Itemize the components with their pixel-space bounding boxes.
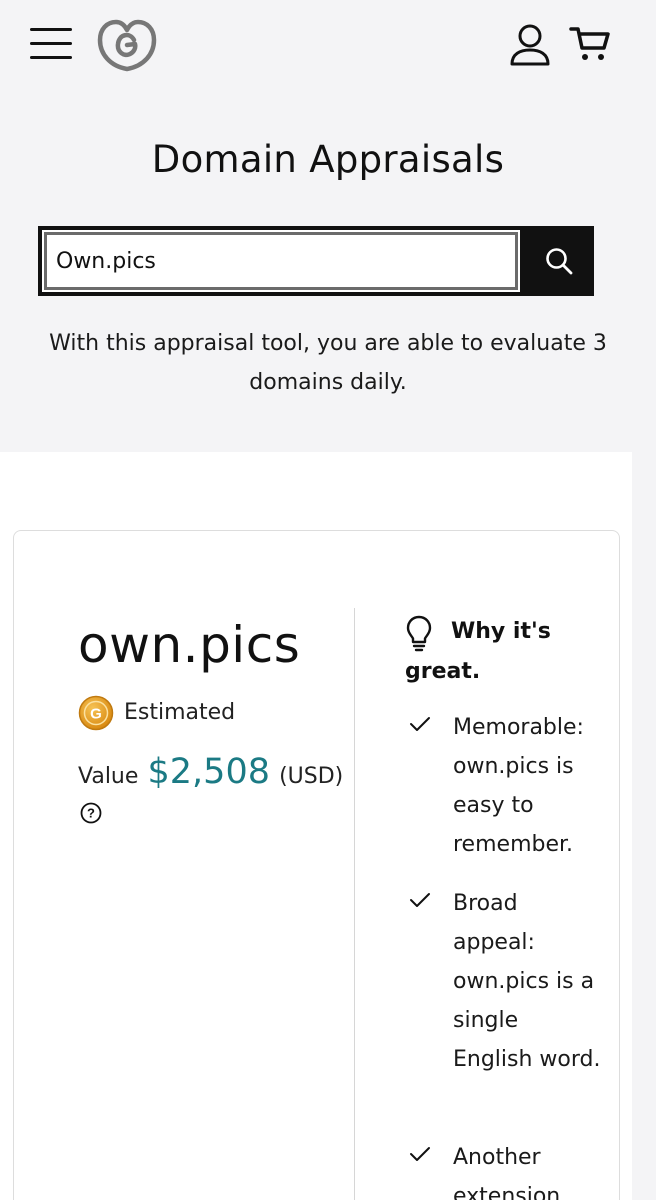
reason-text: Broad appeal: own.pics is a single Engli… <box>453 891 601 1072</box>
appraisal-intro-text: With this appraisal tool, you are able t… <box>49 331 607 395</box>
why-its-great-heading: Why it's great. <box>405 612 595 692</box>
user-account-icon[interactable] <box>506 22 554 68</box>
estimated-coin-icon: G <box>78 695 114 731</box>
lightbulb-icon <box>406 615 432 652</box>
godaddy-logo-icon[interactable] <box>94 16 160 74</box>
search-button[interactable] <box>524 226 594 296</box>
svg-text:G: G <box>90 706 102 723</box>
svg-text:?: ? <box>87 806 95 821</box>
checkmark-icon <box>410 893 430 907</box>
page-title: Domain Appraisals <box>151 138 505 181</box>
estimated-label: Estimated <box>124 700 236 725</box>
question-circle-icon[interactable]: ? <box>80 802 102 824</box>
domain-search-form <box>38 226 594 296</box>
site-header <box>0 0 656 90</box>
value-currency: (USD) <box>279 764 344 789</box>
search-icon <box>546 248 573 275</box>
reason-text: Memorable: own.pics is easy to remember. <box>453 715 584 857</box>
value-label: Value <box>78 764 139 789</box>
value-amount: $2,508 <box>147 752 270 792</box>
why-heading-text: Why it's great. <box>405 619 551 684</box>
shopping-cart-icon[interactable] <box>568 24 614 64</box>
menu-button[interactable] <box>30 24 72 64</box>
reason-text: Another extension <box>453 1145 561 1200</box>
appraised-domain-name: own.pics <box>78 616 301 674</box>
checkmark-icon <box>410 1147 430 1161</box>
value-row: Value $2,508 (USD) <box>78 752 343 792</box>
domain-search-input[interactable] <box>38 226 524 296</box>
checkmark-icon <box>410 717 430 731</box>
result-content: own.pics G Estimated Value $2,508 (USD) … <box>0 530 656 1200</box>
